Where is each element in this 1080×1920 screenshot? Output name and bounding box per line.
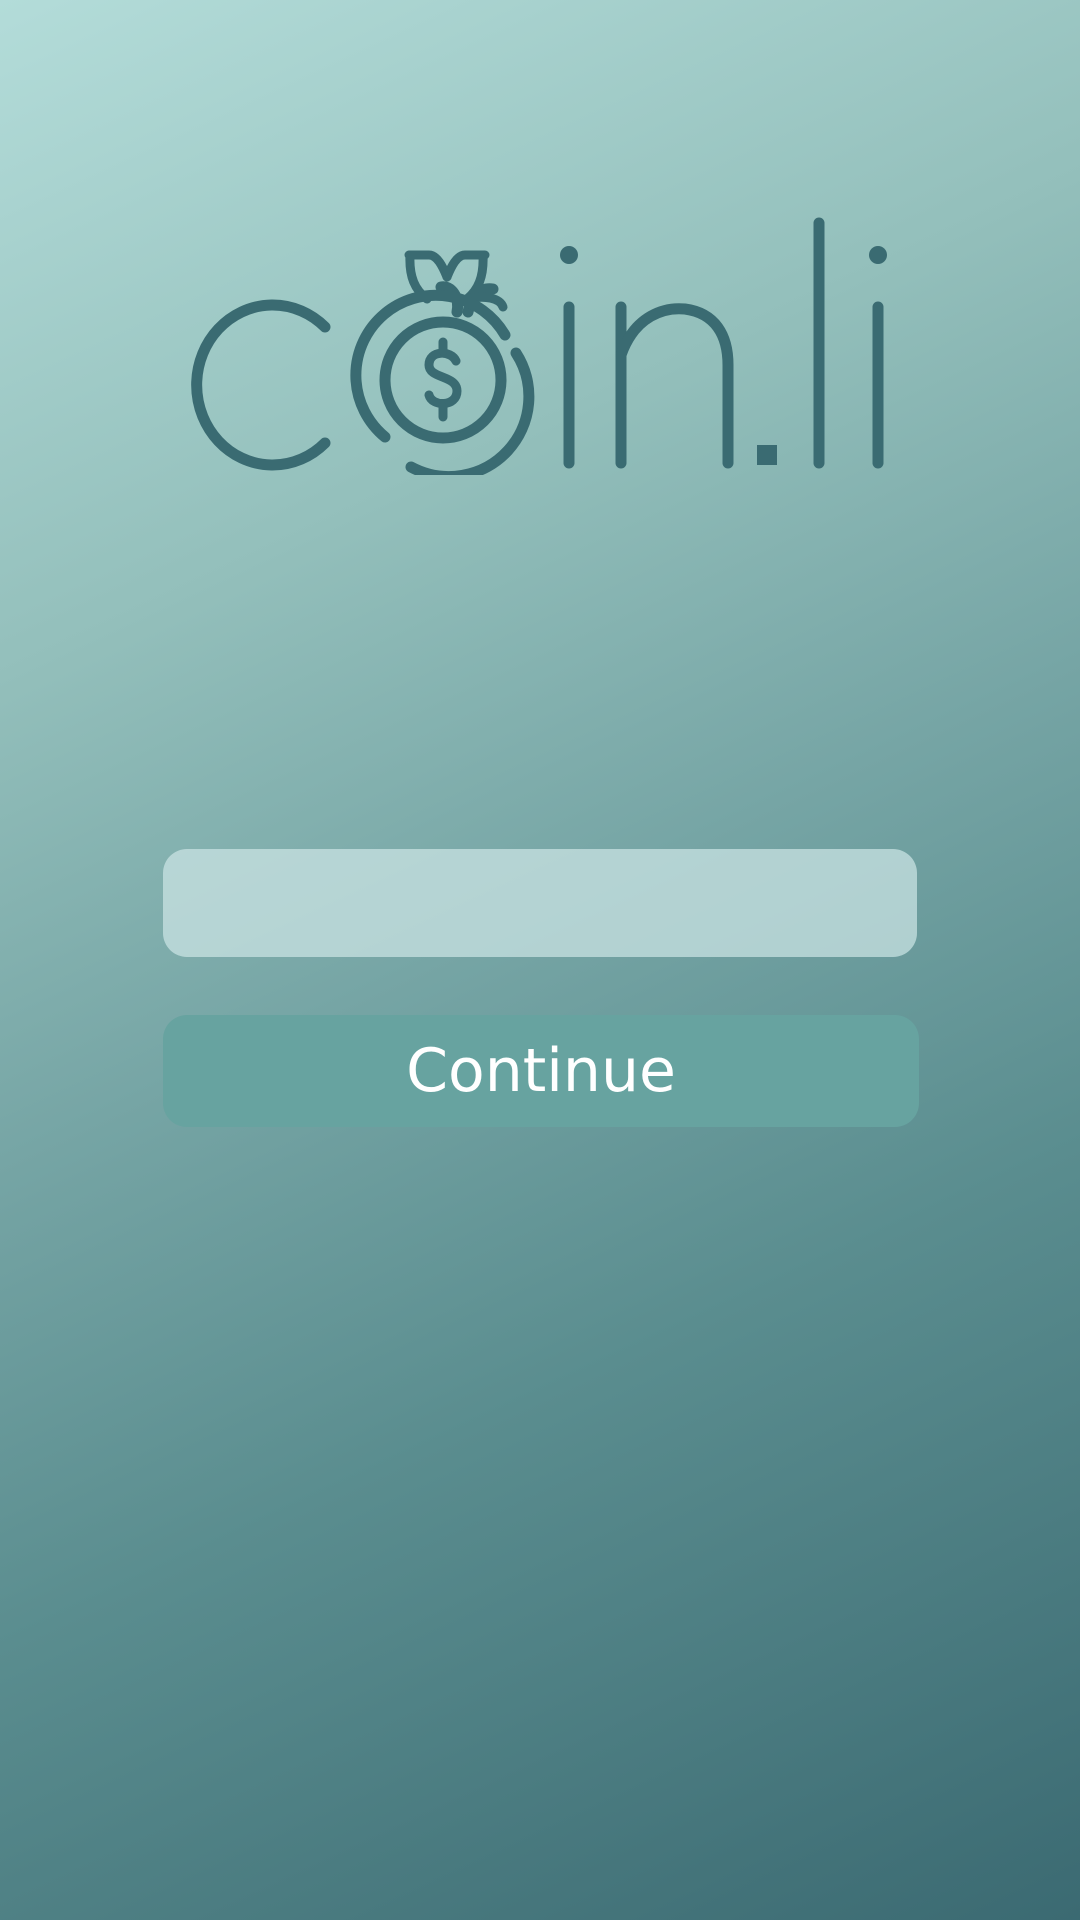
app-logo <box>185 215 895 475</box>
text-input-field[interactable] <box>163 849 917 957</box>
continue-button[interactable]: Continue <box>163 1015 919 1127</box>
logo-letter-c <box>191 299 331 471</box>
money-bag-dollar-icon <box>350 250 535 475</box>
logo-dot <box>757 445 777 465</box>
logo-graphic <box>191 217 887 475</box>
